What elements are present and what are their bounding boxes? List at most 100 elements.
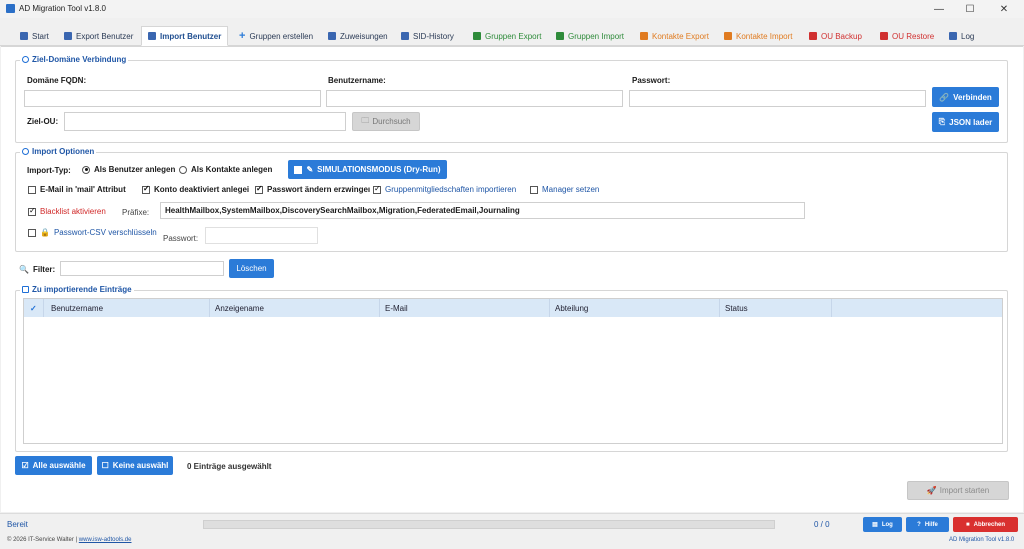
tab-label: Start — [32, 31, 49, 41]
button-label: Keine auswähl — [112, 461, 169, 470]
settings-icon — [22, 148, 29, 155]
log-button[interactable]: ▤ Log — [863, 517, 902, 532]
ou-input[interactable] — [64, 112, 346, 131]
help-button[interactable]: ? Hilfe — [906, 517, 949, 532]
column-header-filler — [832, 299, 1002, 317]
button-label: Hilfe — [924, 521, 938, 528]
maximize-button[interactable]: ☐ — [956, 0, 984, 18]
tab-gruppen-erstellen[interactable]: + Gruppen erstellen — [233, 26, 319, 46]
tab-label: Kontakte Export — [652, 31, 709, 41]
assign-icon — [328, 32, 336, 40]
tab-start[interactable]: Start — [14, 26, 55, 46]
close-button[interactable]: ✕ — [990, 0, 1018, 18]
cancel-button[interactable]: ■ Abbrechen — [953, 517, 1018, 532]
home-icon — [20, 32, 28, 40]
tab-sid-history[interactable]: SID-History — [395, 26, 460, 46]
minimize-button[interactable]: — — [925, 0, 953, 18]
connection-group-title: Ziel-Domäne Verbindung — [20, 55, 129, 64]
start-import-button[interactable]: 🚀 Import starten — [907, 481, 1009, 500]
group-title-text: Ziel-Domäne Verbindung — [32, 55, 127, 64]
tab-import-benutzer[interactable]: Import Benutzer — [141, 26, 229, 46]
prefix-input[interactable]: HealthMailbox,SystemMailbox,DiscoverySea… — [160, 202, 805, 219]
uncheck-icon: ☐ — [101, 461, 109, 470]
checkbox-label: Blacklist aktivieren — [40, 207, 106, 216]
radio-dot — [82, 165, 90, 174]
column-header-displayname[interactable]: Anzeigename — [210, 299, 380, 317]
column-header-email[interactable]: E-Mail — [380, 299, 550, 317]
entries-table[interactable]: ✓ Benutzername Anzeigename E-Mail Abteil… — [23, 298, 1003, 444]
connect-button[interactable]: 🔗 Verbinden — [932, 87, 999, 107]
button-label: JSON lader — [949, 117, 993, 127]
button-label: Durchsuch — [372, 117, 411, 126]
simulation-toggle[interactable]: ✎ SIMULATIONSMODUS (Dry-Run) — [288, 160, 447, 179]
rocket-icon: 🚀 — [926, 486, 937, 495]
radio-dot — [179, 165, 187, 174]
button-label: SIMULATIONSMODUS (Dry-Run) — [317, 165, 441, 174]
button-label: Alle auswähle — [32, 461, 86, 470]
cb-email-attribute[interactable]: E-Mail in 'mail' Attribut — [28, 185, 126, 194]
group-import-icon — [556, 32, 564, 40]
footer-copyright: © 2026 IT-Service Walter | www.isw-adtoo… — [7, 537, 131, 543]
checkbox-label: E-Mail in 'mail' Attribut — [40, 185, 126, 194]
tab-ou-backup[interactable]: OU Backup — [803, 26, 868, 46]
cb-encrypt-csv[interactable]: 🔒 Passwort-CSV verschlüsseln — [28, 228, 157, 237]
tab-gruppen-export[interactable]: Gruppen Export — [467, 26, 547, 46]
tab-label: SID-History — [413, 31, 454, 41]
column-header-username[interactable]: Benutzername — [44, 299, 210, 317]
checkbox-label: Manager setzen — [542, 185, 600, 194]
json-load-button[interactable]: ⎘ JSON lader — [932, 112, 999, 132]
tab-log[interactable]: Log — [943, 26, 980, 46]
restore-icon — [880, 32, 888, 40]
link-icon: 🔗 — [939, 92, 950, 102]
radio-label: Als Kontakte anlegen — [191, 165, 273, 174]
ou-label: Ziel-OU: — [27, 117, 59, 126]
website-link[interactable]: www.isw-adtools.de — [79, 537, 132, 543]
column-header-department[interactable]: Abteilung — [550, 299, 720, 317]
username-input[interactable] — [326, 90, 623, 107]
checkbox — [28, 228, 36, 237]
button-label: Verbinden — [953, 92, 992, 102]
csv-password-input[interactable] — [205, 227, 318, 244]
checkbox — [142, 184, 150, 194]
cb-force-password-change[interactable]: Passwort ändern erzwingeı — [255, 184, 371, 194]
tab-ou-restore[interactable]: OU Restore — [874, 26, 940, 46]
radio-contacts[interactable]: Als Kontakte anlegen — [179, 165, 272, 174]
csv-password-label: Passwort: — [163, 234, 199, 243]
cb-set-manager[interactable]: Manager setzen — [530, 185, 599, 194]
filter-label-wrap: 🔍 Filter: — [19, 265, 55, 274]
radio-users[interactable]: Als Benutzer anlegen — [82, 165, 175, 174]
tab-gruppen-import[interactable]: Gruppen Import — [550, 26, 630, 46]
radio-label: Als Benutzer anlegen — [94, 165, 176, 174]
select-none-button[interactable]: ☐ Keine auswähl — [97, 456, 173, 475]
column-header-status[interactable]: Status — [720, 299, 832, 317]
copyright-text: © 2026 IT-Service Walter | — [7, 537, 78, 543]
tab-kontakte-export[interactable]: Kontakte Export — [634, 26, 715, 46]
list-icon — [22, 286, 29, 293]
tab-zuweisungen[interactable]: Zuweisungen — [322, 26, 394, 46]
filter-input[interactable] — [60, 261, 224, 276]
stop-icon: ■ — [966, 521, 970, 528]
checkbox — [28, 206, 36, 216]
browse-button[interactable]: 🗀 Durchsuch — [352, 112, 420, 131]
cb-account-disabled[interactable]: Konto deaktiviert anlegei — [142, 184, 249, 194]
cb-import-groups[interactable]: Gruppenmitgliedschaften importieren — [373, 184, 516, 194]
button-label: Log — [881, 521, 893, 528]
checkbox-label: Passwort ändern erzwingeı — [267, 185, 371, 194]
tab-label: Zuweisungen — [340, 31, 388, 41]
select-all-button[interactable]: ☑ Alle auswähle — [15, 456, 92, 475]
history-icon — [401, 32, 409, 40]
tab-label: Gruppen Import — [568, 31, 625, 41]
tab-export-benutzer[interactable]: Export Benutzer — [58, 26, 139, 46]
tab-kontakte-import[interactable]: Kontakte Import — [718, 26, 798, 46]
group-title-text: Import Optionen — [32, 147, 95, 156]
log-icon: ▤ — [872, 522, 878, 528]
check-all-icon: ☑ — [21, 461, 29, 470]
button-label: Import starten — [939, 486, 990, 495]
clear-filter-button[interactable]: Löschen — [229, 259, 274, 278]
column-header-check[interactable]: ✓ — [24, 299, 44, 317]
password-input[interactable] — [629, 90, 926, 107]
lock-icon: 🔒 — [40, 228, 50, 237]
cb-blacklist[interactable]: Blacklist aktivieren — [28, 206, 106, 216]
domain-input[interactable] — [24, 90, 321, 107]
tab-label: Gruppen Export — [485, 31, 542, 41]
